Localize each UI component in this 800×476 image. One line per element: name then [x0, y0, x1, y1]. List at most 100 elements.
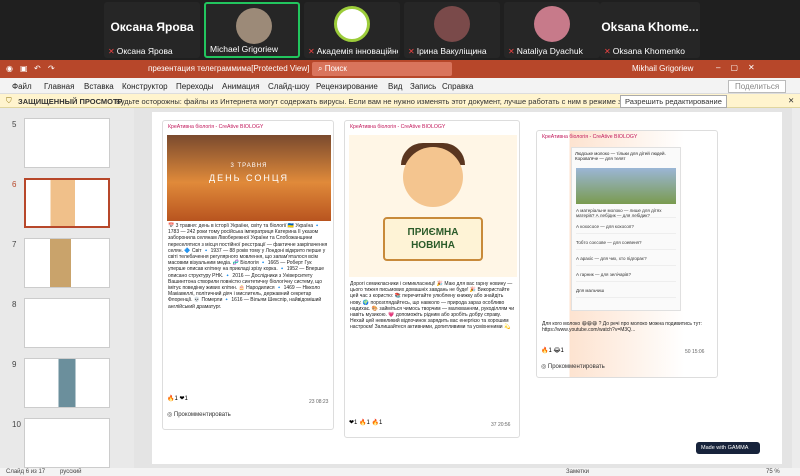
slide-number: 7 — [12, 240, 17, 249]
menu-home[interactable]: Главная — [44, 82, 74, 91]
gamma-badge: Made with GAMMA — [696, 442, 760, 454]
slide-thumbnail[interactable] — [24, 118, 110, 168]
participant-name: Michael Grigoriew — [210, 44, 279, 54]
protected-view-message: Будьте осторожны: файлы из Интернета мог… — [116, 97, 707, 106]
notes-button[interactable]: Заметки — [566, 469, 589, 475]
post-reactions: 🔥1 😂1 — [541, 348, 564, 354]
comment-row: А гарник — для зелічарів? — [576, 272, 676, 282]
comment-link: ◎ Прокомментировать — [541, 364, 605, 370]
comment-link: ◎ Прокомментировать — [167, 412, 231, 418]
participant-video — [236, 8, 272, 44]
mic-muted-icon: ✕ — [408, 47, 415, 56]
slide-number: 5 — [12, 120, 17, 129]
screen: Оксана Ярова ✕ Оксана Ярова Michael Grigo… — [0, 0, 800, 476]
menu-review[interactable]: Рецензирование — [316, 82, 378, 91]
participant-tile[interactable]: Оксана Ярова ✕ Оксана Ярова — [104, 2, 200, 58]
post-views-time: 23 08:23 — [309, 399, 329, 405]
comment-row: А кохососе — для кохосоп? — [576, 224, 676, 234]
participant-tile[interactable]: ✕ Nataliya Dyachuk — [504, 2, 600, 58]
slide-thumbnail[interactable] — [24, 358, 110, 408]
language-indicator[interactable]: русский — [60, 469, 82, 475]
participant-name: Оксана Ярова — [116, 46, 173, 56]
post-text: Дорогі семикласники і семикласниці! 🎉 Ма… — [350, 281, 515, 331]
menu-insert[interactable]: Вставка — [84, 82, 114, 91]
post-reactions: ❤1 🔥1 🔥1 — [349, 420, 383, 426]
participant-name: Академія інноваційно... — [316, 46, 398, 56]
share-button[interactable]: Поделиться — [728, 80, 787, 93]
comment-row: Для мальчиш — [576, 288, 676, 298]
participant-display-name: Oksana Khome... — [601, 20, 699, 34]
participant-name: Nataliya Dyachuk — [516, 46, 583, 56]
mic-muted-icon: ✕ — [308, 47, 315, 56]
slide-thumbnails-pane[interactable]: 5 6 7 8 9 10 — [0, 108, 134, 468]
comment-row: А арахіс — для чих, хто підгорає? — [576, 256, 676, 266]
cow-image — [576, 168, 676, 204]
milk-post-text: Людське молоко — тільки для дітей людей.… — [575, 151, 666, 161]
undo-icon[interactable]: ↶ — [34, 64, 41, 73]
good-news-sign: ПРИЄМНА НОВИНА — [383, 217, 483, 261]
participant-tile[interactable]: ✕ Ірина Вакуліщина — [404, 2, 500, 58]
autosave-icon[interactable]: ◉ — [6, 64, 13, 73]
post-views-time: 37 20:56 — [491, 422, 511, 428]
slide-counter: Слайд 6 из 17 — [6, 469, 46, 475]
post-reactions: 🔥1 ❤1 — [167, 396, 188, 402]
slide-thumbnail[interactable] — [24, 298, 110, 348]
image-caption-date: 3 ТРАВНЯ — [230, 163, 268, 169]
participant-display-name: Оксана Ярова — [110, 20, 194, 34]
slide-number: 9 — [12, 360, 17, 369]
shield-icon: ⛉ — [6, 96, 12, 105]
channel-name: КреАтивна біологія - CreAtive BIOLOGY — [542, 134, 638, 140]
menu-animation[interactable]: Анимация — [222, 82, 260, 91]
boy-face — [403, 147, 463, 207]
good-news-image: ПРИЄМНА НОВИНА — [349, 135, 517, 277]
close-icon[interactable]: ✕ — [788, 96, 794, 105]
participant-avatar — [534, 6, 570, 42]
search-box[interactable]: ⌕ Поиск — [312, 62, 452, 76]
slide-thumbnail-selected[interactable] — [24, 178, 110, 228]
zoom-level[interactable]: 75 % — [766, 469, 780, 475]
participant-name: Ірина Вакуліщина — [416, 46, 487, 56]
zoom-participants-strip: Оксана Ярова ✕ Оксана Ярова Michael Grigo… — [0, 0, 800, 60]
telegram-post-card: КреАтивна біологія - CreAtive BIOLOGY 3 … — [162, 120, 334, 430]
comment-icon: ◎ — [541, 364, 548, 370]
menu-transitions[interactable]: Переходы — [176, 82, 214, 91]
protected-view-label: ЗАЩИЩЕННЫЙ ПРОСМОТР — [18, 97, 123, 106]
mic-muted-icon: ✕ — [604, 47, 611, 56]
menu-help[interactable]: Справка — [442, 82, 473, 91]
participant-tile[interactable]: Oksana Khome... ✕ Oksana Khomenko — [600, 2, 700, 58]
vertical-scrollbar[interactable] — [792, 108, 800, 468]
telegram-post-card: КреАтивна біологія - CreAtive BIOLOGY Лю… — [536, 130, 718, 378]
slide-thumbnail[interactable] — [24, 238, 110, 288]
academy-logo-icon — [334, 6, 370, 42]
menu-file[interactable]: Файл — [12, 82, 32, 91]
protected-view-bar: ⛉ ЗАЩИЩЕННЫЙ ПРОСМОТР Будьте осторожны: … — [0, 94, 800, 108]
ribbon-menu: Файл Главная Вставка Конструктор Переход… — [0, 78, 800, 94]
menu-record[interactable]: Запись — [410, 82, 436, 91]
menu-slideshow[interactable]: Слайд-шоу — [268, 82, 309, 91]
comment-icon: ◎ — [167, 412, 174, 418]
window-controls[interactable]: –▢✕ — [716, 63, 765, 72]
mic-muted-icon: ✕ — [508, 47, 515, 56]
participant-tile[interactable]: ✕Академія інноваційно... — [304, 2, 400, 58]
menu-view[interactable]: Вид — [388, 82, 402, 91]
post-text: Для кого молоко 😄😄😄 ? До речі про молоко… — [542, 321, 702, 334]
channel-name: КреАтивна біологія - CreAtive BIOLOGY — [168, 124, 264, 130]
redo-icon[interactable]: ↷ — [48, 64, 55, 73]
comment-row: Тобто соєсове — для соевеня? — [576, 240, 676, 250]
save-icon[interactable]: ▣ — [20, 64, 28, 73]
user-name[interactable]: Mikhail Grigoriew — [632, 64, 693, 73]
participant-avatar — [434, 6, 470, 42]
post-views-time: 50 15:06 — [685, 349, 705, 355]
powerpoint-titlebar: ◉ ▣ ↶ ↷ презентация телеграммима[Protect… — [0, 60, 800, 78]
slide-thumbnail[interactable] — [24, 418, 110, 468]
comment-row: А матеріальне молоко — лише для дітях ма… — [576, 208, 676, 218]
image-caption-title: ДЕНЬ СОНЦЯ — [209, 173, 289, 183]
search-icon: ⌕ — [318, 64, 325, 73]
telegram-post-card: КреАтивна біологія - CreAtive BIOLOGY ПР… — [344, 120, 520, 438]
enable-editing-button[interactable]: Разрешить редактирование — [620, 95, 727, 108]
channel-name: КреАтивна біологія - CreAtive BIOLOGY — [350, 124, 446, 130]
menu-design[interactable]: Конструктор — [122, 82, 168, 91]
mic-muted-icon: ✕ — [108, 47, 115, 56]
participant-tile-active[interactable]: Michael Grigoriew — [204, 2, 300, 58]
participant-name: Oksana Khomenko — [612, 46, 685, 56]
